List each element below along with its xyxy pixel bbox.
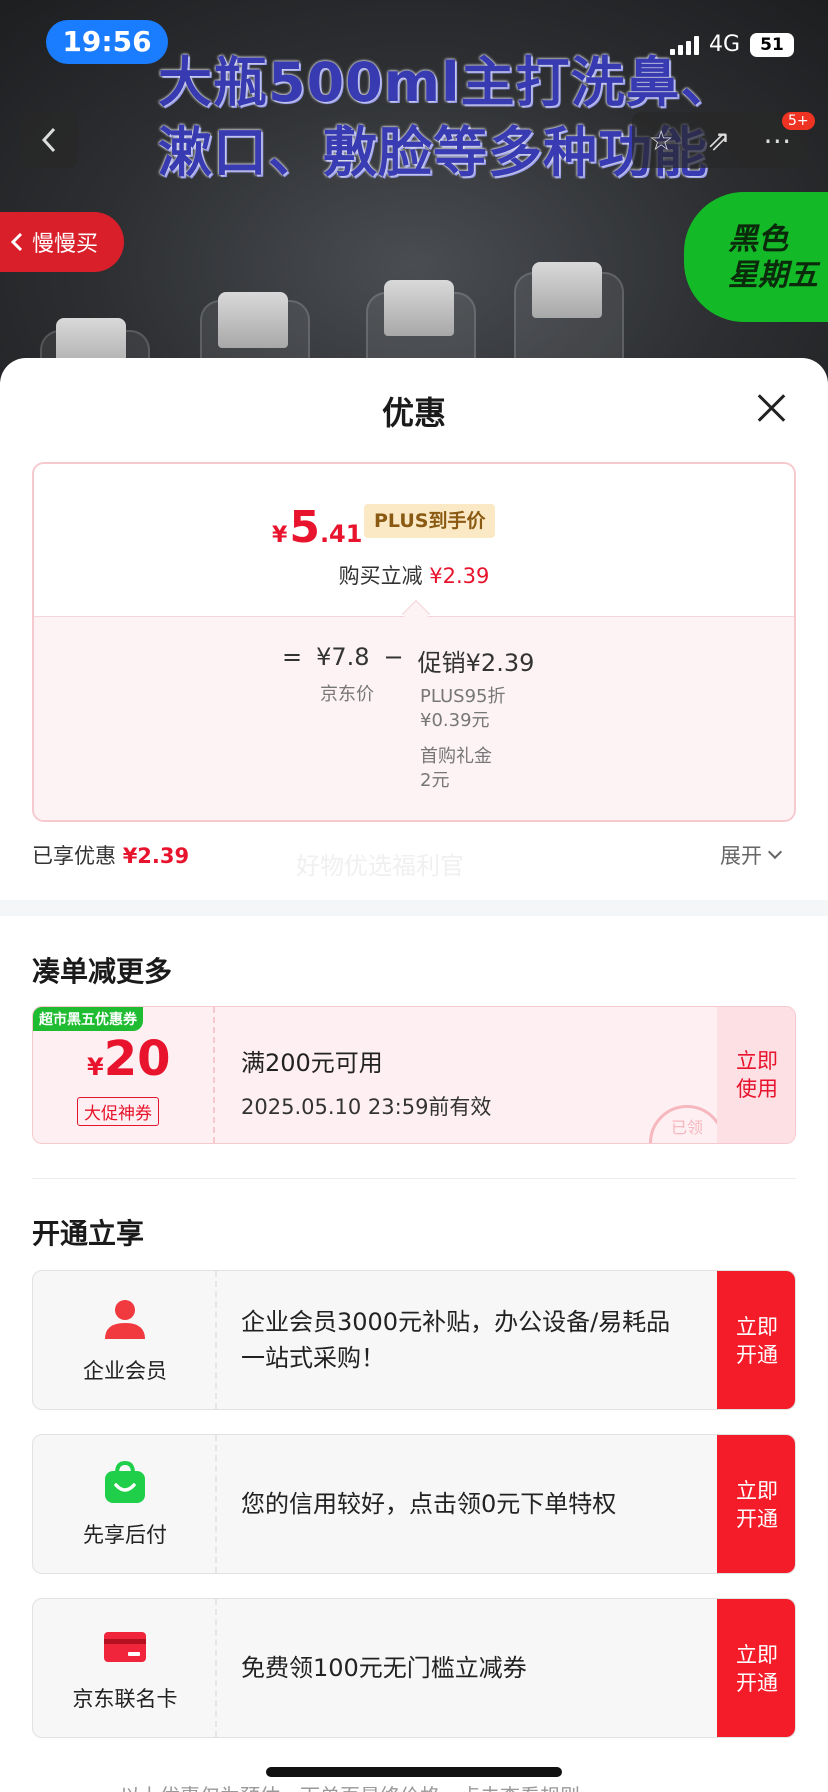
black-friday-badge: 黑色 星期五 xyxy=(684,192,828,322)
use-coupon-button[interactable]: 立即 使用 xyxy=(717,1007,795,1143)
shopping-bag-icon xyxy=(105,1461,145,1503)
enjoyed-discount: 已享优惠 ¥2.39 xyxy=(32,844,190,868)
base-price-label: 京东价 xyxy=(320,684,374,705)
service-card-enterprise: 企业会员 企业会员3000元补贴，办公设备/易耗品一站式采购！ 立即 开通 xyxy=(32,1270,796,1410)
network-type: 4G xyxy=(708,32,740,57)
coupon-amount: ¥ 20 xyxy=(87,1031,171,1087)
slow-buy-button[interactable]: 慢慢买 xyxy=(0,212,124,272)
footer-note: 以上优惠仅为预估，下单页最终价格，点击查看规则 xyxy=(120,1780,580,1792)
claimed-stamp: 已领 xyxy=(649,1105,725,1143)
close-icon[interactable] xyxy=(752,388,792,428)
plus-price-tag: PLUS到手价 xyxy=(364,504,496,538)
discount-sheet: 优惠 ¥ 5 .41 PLUS到手价 购买立减 ¥2.39 = ¥7.8 − 促… xyxy=(0,358,828,1792)
bottle-cap-2 xyxy=(218,292,288,348)
user-icon xyxy=(105,1300,145,1339)
service-left: 企业会员 xyxy=(33,1271,217,1409)
battery-icon: 51 xyxy=(750,32,794,57)
coupon-card: 超市黑五优惠券 ¥ 20 大促神券 满200元可用 2025.05.10 23:… xyxy=(32,1006,796,1144)
bundle-section-title: 凑单减更多 xyxy=(32,955,173,988)
notification-badge: 5+ xyxy=(782,112,815,130)
coupon-subtag: 大促神券 xyxy=(77,1097,159,1126)
open-co-branded-button[interactable]: 立即 开通 xyxy=(717,1599,795,1737)
status-time: 19:56 xyxy=(46,20,168,64)
slow-buy-label: 慢慢买 xyxy=(32,232,99,257)
service-name: 企业会员 xyxy=(83,1359,167,1383)
coupon-details: 满200元可用 2025.05.10 23:59前有效 xyxy=(241,1049,492,1119)
service-card-pay-later: 先享后付 您的信用较好，点击领0元下单特权 立即 开通 xyxy=(32,1434,796,1574)
price-card: ¥ 5 .41 PLUS到手价 购买立减 ¥2.39 = ¥7.8 − 促销¥2… xyxy=(32,462,796,822)
coupon-tag: 超市黑五优惠券 xyxy=(33,1007,143,1031)
section-divider xyxy=(0,900,828,916)
promo-item-first-buy: 首购礼金 2元 xyxy=(420,746,492,791)
sheet-title: 优惠 xyxy=(381,394,446,432)
chevron-down-icon xyxy=(767,844,783,860)
price-formula: = ¥7.8 − 促销¥2.39 xyxy=(282,643,535,677)
bottle-cap-4 xyxy=(532,262,602,318)
star-icon[interactable]: ☆ xyxy=(649,124,674,157)
price-summary: ¥ 5 .41 PLUS到手价 购买立减 ¥2.39 xyxy=(34,464,794,616)
open-section-title: 开通立享 xyxy=(32,1217,145,1250)
service-card-co-branded: 京东联名卡 免费领100元无门槛立减券 立即 开通 xyxy=(32,1598,796,1738)
signal-icon xyxy=(669,35,699,55)
final-price: ¥ 5 .41 xyxy=(272,502,363,553)
back-button[interactable] xyxy=(20,112,78,168)
divider xyxy=(32,1178,796,1179)
service-left: 京东联名卡 xyxy=(33,1599,217,1737)
service-left: 先享后付 xyxy=(33,1435,217,1573)
open-pay-later-button[interactable]: 立即 开通 xyxy=(717,1435,795,1573)
service-description: 您的信用较好，点击领0元下单特权 xyxy=(241,1490,617,1518)
service-name: 京东联名卡 xyxy=(72,1687,178,1711)
status-bar-right: 4G 51 xyxy=(669,32,794,57)
expand-toggle[interactable]: 展开 xyxy=(720,840,783,870)
back-icon xyxy=(41,127,56,153)
service-description: 免费领100元无门槛立减券 xyxy=(241,1654,527,1682)
price-breakdown: = ¥7.8 − 促销¥2.39 京东价 PLUS95折 ¥0.39元 首购礼金… xyxy=(34,616,794,820)
bottle-cap-3 xyxy=(384,280,454,336)
service-description: 企业会员3000元补贴，办公设备/易耗品一站式采购！ xyxy=(241,1308,671,1372)
watermark: 好物优选福利官 xyxy=(296,852,464,880)
service-name: 先享后付 xyxy=(83,1523,167,1547)
open-enterprise-button[interactable]: 立即 开通 xyxy=(717,1271,795,1409)
share-icon[interactable]: ⇗ xyxy=(707,124,730,157)
promo-item-plus: PLUS95折 ¥0.39元 xyxy=(420,686,506,731)
coupon-value: 超市黑五优惠券 ¥ 20 大促神券 xyxy=(33,1007,215,1143)
home-indicator[interactable] xyxy=(266,1767,562,1777)
reduce-line: 购买立减 ¥2.39 xyxy=(338,564,490,588)
credit-card-icon xyxy=(104,1632,146,1662)
chevron-left-icon xyxy=(10,232,23,252)
